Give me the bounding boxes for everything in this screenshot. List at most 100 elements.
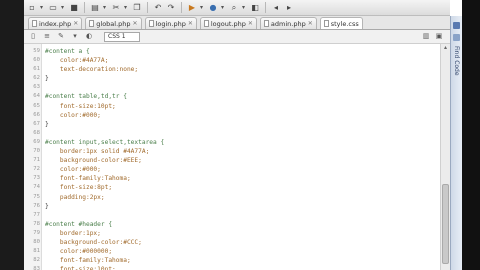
- new-file-icon[interactable]: ▫: [27, 3, 37, 13]
- line-number: 59: [33, 48, 40, 54]
- code-line: 78 #content #header {: [24, 220, 440, 229]
- line-number: 61: [33, 66, 40, 73]
- close-icon[interactable]: ✕: [308, 20, 313, 27]
- print-icon[interactable]: ▤: [90, 3, 100, 13]
- chevron-down-icon[interactable]: ▾: [40, 3, 45, 13]
- code-text: color:#000;: [45, 166, 101, 174]
- code-text: color:#000000;: [45, 248, 113, 256]
- line-number: 80: [33, 238, 40, 245]
- code-text: }: [45, 75, 49, 83]
- color-icon[interactable]: ◐: [84, 32, 94, 41]
- save-icon[interactable]: ■: [69, 3, 79, 13]
- chevron-down-icon[interactable]: ▾: [242, 3, 247, 13]
- split-view-icon[interactable]: ▥: [421, 32, 431, 41]
- chevron-down-icon[interactable]: ▾: [70, 32, 80, 41]
- list-icon[interactable]: ≡: [42, 32, 52, 41]
- css-level-select[interactable]: CSS 1: [104, 31, 140, 42]
- chevron-down-icon[interactable]: ▾: [124, 3, 129, 13]
- tab-index-php[interactable]: index.php ✕: [28, 17, 83, 29]
- search-icon[interactable]: ⌕: [229, 3, 239, 13]
- code-line: 59 #content a {: [24, 47, 440, 56]
- code-text: #content table,td,tr {: [45, 93, 127, 101]
- code-line: 70 border:1px solid #4A77A;: [24, 147, 440, 156]
- code-text: border:1px;: [45, 229, 101, 237]
- chevron-down-icon[interactable]: ▾: [221, 3, 226, 13]
- file-icon: [32, 20, 37, 27]
- left-dark-edge: [0, 0, 24, 270]
- code-line: 60 color:#4A77A;: [24, 56, 440, 65]
- code-line: 68: [24, 129, 440, 138]
- line-number: 65: [33, 102, 40, 109]
- code-line: 66 color:#000;: [24, 111, 440, 120]
- debug-icon[interactable]: ●: [208, 3, 218, 13]
- close-icon[interactable]: ✕: [133, 20, 138, 27]
- code-text: }: [45, 202, 49, 210]
- line-number: 68: [33, 129, 40, 136]
- copy-icon[interactable]: ❐: [132, 3, 142, 13]
- redo-icon[interactable]: ↷: [166, 3, 176, 13]
- nav-forward-icon[interactable]: ▸: [284, 3, 294, 13]
- editor-subtoolbar: ▯ ≡ ✎ ▾ ◐ CSS 1 ▥ ▣: [24, 30, 450, 44]
- bookmark-icon[interactable]: ◧: [250, 3, 260, 13]
- line-number: 75: [33, 193, 40, 200]
- close-icon[interactable]: ✕: [73, 20, 78, 27]
- vertical-scrollbar[interactable]: ▴: [440, 44, 450, 270]
- brush-icon[interactable]: ✎: [56, 32, 66, 41]
- open-folder-icon[interactable]: ▭: [48, 3, 58, 13]
- undo-icon[interactable]: ↶: [153, 3, 163, 13]
- scroll-thumb[interactable]: [442, 184, 449, 264]
- cut-icon[interactable]: ✂: [111, 3, 121, 13]
- code-line: 74 font-size:8pt;: [24, 183, 440, 192]
- line-number: 60: [33, 57, 40, 64]
- toolbar-divider: [84, 2, 85, 13]
- tab-label: style.css: [330, 19, 359, 28]
- side-panel[interactable]: Find Code: [450, 16, 462, 270]
- tab-global-php[interactable]: global.php ✕: [85, 17, 142, 29]
- tab-style-css[interactable]: style.css: [319, 17, 363, 29]
- maximize-icon[interactable]: ▣: [434, 32, 444, 41]
- code-text: font-size:10pt;: [45, 266, 116, 270]
- code-line: 71 background-color:#EEE;: [24, 156, 440, 165]
- nav-back-icon[interactable]: ◂: [271, 3, 281, 13]
- code-line: 63: [24, 83, 440, 92]
- chevron-down-icon[interactable]: ▾: [103, 3, 108, 13]
- side-panel-label: Find Code: [453, 46, 460, 76]
- line-number: 71: [33, 157, 40, 164]
- tab-logout-php[interactable]: logout.php ✕: [199, 17, 257, 29]
- close-icon[interactable]: ✕: [188, 20, 193, 27]
- code-line: 83 font-size:10pt;: [24, 265, 440, 270]
- tab-login-php[interactable]: login.php ✕: [144, 17, 197, 29]
- code-line: 61 text-decoration:none;: [24, 65, 440, 74]
- close-icon[interactable]: ✕: [248, 20, 253, 27]
- chevron-down-icon[interactable]: ▾: [61, 3, 66, 13]
- code-editor[interactable]: 59 #content a {60 color:#4A77A; 61 text-de…: [24, 44, 440, 270]
- code-line: 82 font-family:Tahoma;: [24, 256, 440, 265]
- code-text: text-decoration:none;: [45, 66, 139, 74]
- tab-label: index.php: [39, 19, 72, 28]
- file-icon: [148, 20, 154, 27]
- chevron-down-icon[interactable]: ▾: [200, 3, 205, 13]
- line-number: 77: [33, 211, 40, 218]
- line-number: 72: [33, 166, 40, 173]
- panel-close-icon[interactable]: [453, 34, 460, 41]
- line-number: 78: [33, 220, 40, 227]
- code-line: 72 color:#000;: [24, 165, 440, 174]
- code-line: 64 #content table,td,tr {: [24, 92, 440, 101]
- code-text: border:1px solid #4A77A;: [45, 148, 150, 156]
- page-icon[interactable]: ▯: [28, 32, 38, 41]
- code-line: 75 padding:2px;: [24, 193, 440, 202]
- code-text: background-color:#EEE;: [45, 157, 142, 165]
- file-icon: [323, 20, 329, 27]
- panel-pin-icon[interactable]: [453, 22, 460, 29]
- code-lines: 59 #content a {60 color:#4A77A; 61 text-de…: [24, 47, 440, 270]
- line-number: 66: [33, 111, 40, 118]
- code-text: }: [45, 120, 49, 128]
- tab-admin-php[interactable]: admin.php ✕: [259, 17, 317, 29]
- editor-tabs: index.php ✕ global.php ✕ login.php ✕ log…: [24, 16, 450, 30]
- line-number: 73: [33, 175, 40, 182]
- file-icon: [89, 20, 95, 27]
- scroll-up-icon[interactable]: ▴: [441, 44, 450, 52]
- code-line: 67}: [24, 120, 440, 129]
- run-icon[interactable]: ▶: [187, 3, 197, 13]
